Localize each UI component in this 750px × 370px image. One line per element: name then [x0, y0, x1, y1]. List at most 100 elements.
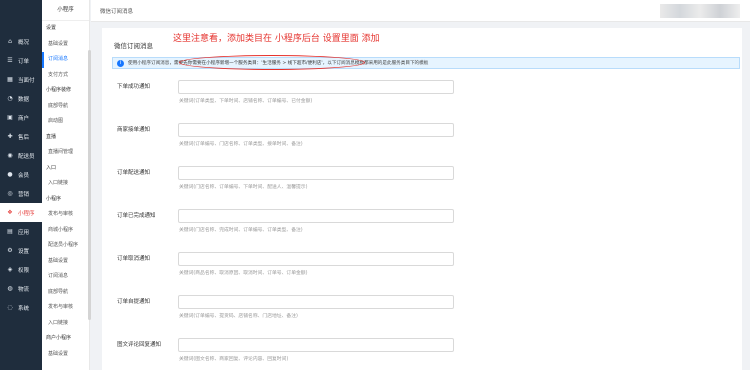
sub-menu-item[interactable]: 订阅消息 — [42, 269, 89, 285]
system-icon: ◌ — [7, 304, 13, 311]
sub-menu-group: 小程序装修 — [46, 87, 72, 93]
nav-item-label: 商户 — [18, 115, 30, 122]
notice-bar: i 使用小程序订阅消息 ， 需要先你需要在小程序新增一个服务类目：'生活服务 >… — [112, 57, 740, 69]
truck-icon: ◍ — [7, 285, 13, 292]
nav-item-label: 当面付 — [18, 77, 35, 84]
sub-sidebar-title: 小程序 — [42, 0, 89, 21]
sub-menu-group: 设置 — [46, 25, 57, 31]
field-hint: 关键词(门店名称、完成时间、订单编号、订单类型、备注) — [179, 228, 303, 233]
sub-menu-group: 直播 — [46, 133, 57, 140]
field-label: 商家接单通知 — [117, 127, 151, 133]
sub-menu-group: 商户小程序 — [46, 335, 72, 341]
template-id-input[interactable] — [178, 209, 454, 223]
sub-menu-group: 入口 — [46, 164, 57, 171]
gear-icon: ⚙ — [7, 247, 13, 254]
field-hint: 关键词(订单编号、提货码、店铺名称、门店地址、备注) — [179, 314, 298, 319]
nav-item[interactable]: ✚ 售后 — [0, 127, 42, 146]
marketing-icon: ◎ — [7, 190, 13, 197]
template-id-input[interactable] — [178, 338, 454, 352]
nav-item[interactable]: ◎ 营销 — [0, 184, 42, 203]
field-hint: 关键词(商品名称、取消原因、取消时间、订单号、订单金额) — [179, 271, 308, 276]
sub-menu-item[interactable]: 配送员小程序 — [42, 238, 89, 254]
nav-item-label: 数据 — [18, 96, 30, 103]
sub-menu-group: 小程序 — [46, 195, 62, 202]
nav-item[interactable]: ◈ 权限 — [0, 260, 42, 279]
field-hint: 关键词(图文名称、商家回复、评论内容、回复时间) — [179, 357, 289, 362]
template-id-input[interactable] — [178, 252, 454, 266]
nav-item[interactable]: ◌ 系统 — [0, 298, 42, 317]
sub-menu-item[interactable]: 商城小程序 — [42, 223, 89, 239]
nav-item[interactable]: ⌂ 概况 — [0, 32, 42, 51]
main-sidebar: ⌂ 概况 ☰ 订单 ▦ 当面付 ◔ 数据 ▣ 商户 ✚ 售后 ◉ 配送员 ● 会员 ◎ 营销 ❖ 小程序 ▤ 应用 ⚙ 设置 ◈… — [0, 0, 42, 370]
nav-item-label: 应用 — [18, 229, 30, 236]
nav-item[interactable]: ☰ 订单 — [0, 51, 42, 70]
template-id-input[interactable] — [178, 80, 454, 94]
nav-item[interactable]: ◔ 数据 — [0, 89, 42, 108]
logo — [0, 2, 42, 32]
annotation-text: 这里注意看，添加类目在 小程序后台 设置里面 添加 — [173, 34, 380, 44]
chart-icon: ◔ — [7, 95, 13, 102]
notice-suffix: 以下订阅消息模板都采用的是此服务类目下的模板 — [327, 61, 429, 66]
sub-menu-item[interactable]: 底部导航 — [42, 99, 89, 115]
field-label: 订单取消通知 — [117, 256, 151, 262]
sub-menu-item[interactable]: 基础设置 — [42, 347, 89, 363]
field-label: 下单成功通知 — [117, 84, 151, 90]
sub-menu-item[interactable]: 底部导航 — [42, 285, 89, 301]
sub-menu-item[interactable]: 发布与审核 — [42, 207, 89, 223]
nav-item-label: 订单 — [18, 58, 30, 65]
sub-sidebar-scrollbar[interactable] — [88, 50, 91, 320]
field-label: 订单配送通知 — [117, 170, 151, 176]
page-title: 微信订阅消息 — [114, 42, 153, 50]
field-label: 图文评论回复通知 — [117, 342, 162, 348]
nav-item-label: 配送员 — [18, 153, 35, 160]
nav-item[interactable]: ● 会员 — [0, 165, 42, 184]
field-hint: 关键词(订单类型、下单时间、店铺名称、订单编号、已付金额) — [179, 99, 313, 104]
field-label: 订单自提通知 — [117, 299, 151, 305]
template-id-input[interactable] — [178, 123, 454, 137]
info-icon: i — [117, 59, 124, 67]
template-id-input[interactable] — [178, 166, 454, 180]
template-id-input[interactable] — [178, 295, 454, 309]
nav-item-label: 营销 — [18, 191, 30, 198]
nav-item[interactable]: ▦ 当面付 — [0, 70, 42, 89]
nav-item[interactable]: ▤ 应用 — [0, 222, 42, 241]
sub-sidebar: 小程序 设置 基础设置 订阅消息 支付方式 小程序装修 底部导航 启动图 直播 直播间管理 入口入… — [42, 0, 90, 370]
sub-menu-item[interactable]: 订阅消息 — [42, 52, 89, 68]
nav-item-label: 系统 — [18, 305, 30, 312]
nav-item[interactable]: ◍ 物流 — [0, 279, 42, 298]
notice-prefix: 使用小程序订阅消息 — [128, 61, 170, 66]
field-hint: 关键词(门店名称、订单编号、下单时间、配送人、温馨提示) — [179, 185, 308, 190]
service-icon: ✚ — [7, 133, 13, 140]
qr-icon: ▦ — [7, 76, 13, 83]
nav-item-label: 会员 — [18, 172, 30, 179]
field-hint: 关键词(订单编号、门店名称、订单类型、接单时间、备注) — [179, 142, 303, 147]
nav-item-label: 小程序 — [18, 210, 35, 217]
store-icon: ▣ — [7, 114, 13, 121]
grid-icon: ▤ — [7, 228, 13, 235]
nav-item-label: 设置 — [18, 248, 30, 255]
lock-icon: ◈ — [7, 266, 13, 273]
nav-item[interactable]: ▣ 商户 — [0, 108, 42, 127]
sub-menu-item[interactable]: 入口链接 — [42, 316, 89, 332]
nav-item[interactable]: ❖ 小程序 — [0, 203, 42, 222]
nav-item-label: 概况 — [18, 39, 30, 46]
sub-menu-item[interactable]: 启动图 — [42, 114, 89, 130]
app-icon: ❖ — [7, 209, 13, 216]
nav-item[interactable]: ⚙ 设置 — [0, 241, 42, 260]
user-info-blurred[interactable] — [660, 4, 740, 18]
field-label: 订单已完成通知 — [117, 213, 156, 219]
list-icon: ☰ — [7, 57, 13, 64]
sub-menu-item[interactable]: 基础设置 — [42, 37, 89, 53]
sub-menu-item[interactable]: 直播间管理 — [42, 145, 89, 161]
sub-menu-item[interactable]: 支付方式 — [42, 68, 89, 84]
sub-menu-item[interactable]: 发布与审核 — [42, 300, 89, 316]
courier-icon: ◉ — [7, 152, 13, 159]
nav-item-label: 物流 — [18, 286, 30, 293]
sub-menu-item[interactable]: 基础设置 — [42, 254, 89, 270]
sub-menu-item[interactable]: 入口链接 — [42, 176, 89, 192]
breadcrumb: 微信订阅消息 — [100, 9, 134, 15]
user-icon: ● — [7, 171, 13, 178]
nav-item-label: 售后 — [18, 134, 30, 141]
nav-item-label: 权限 — [18, 267, 30, 274]
nav-item[interactable]: ◉ 配送员 — [0, 146, 42, 165]
